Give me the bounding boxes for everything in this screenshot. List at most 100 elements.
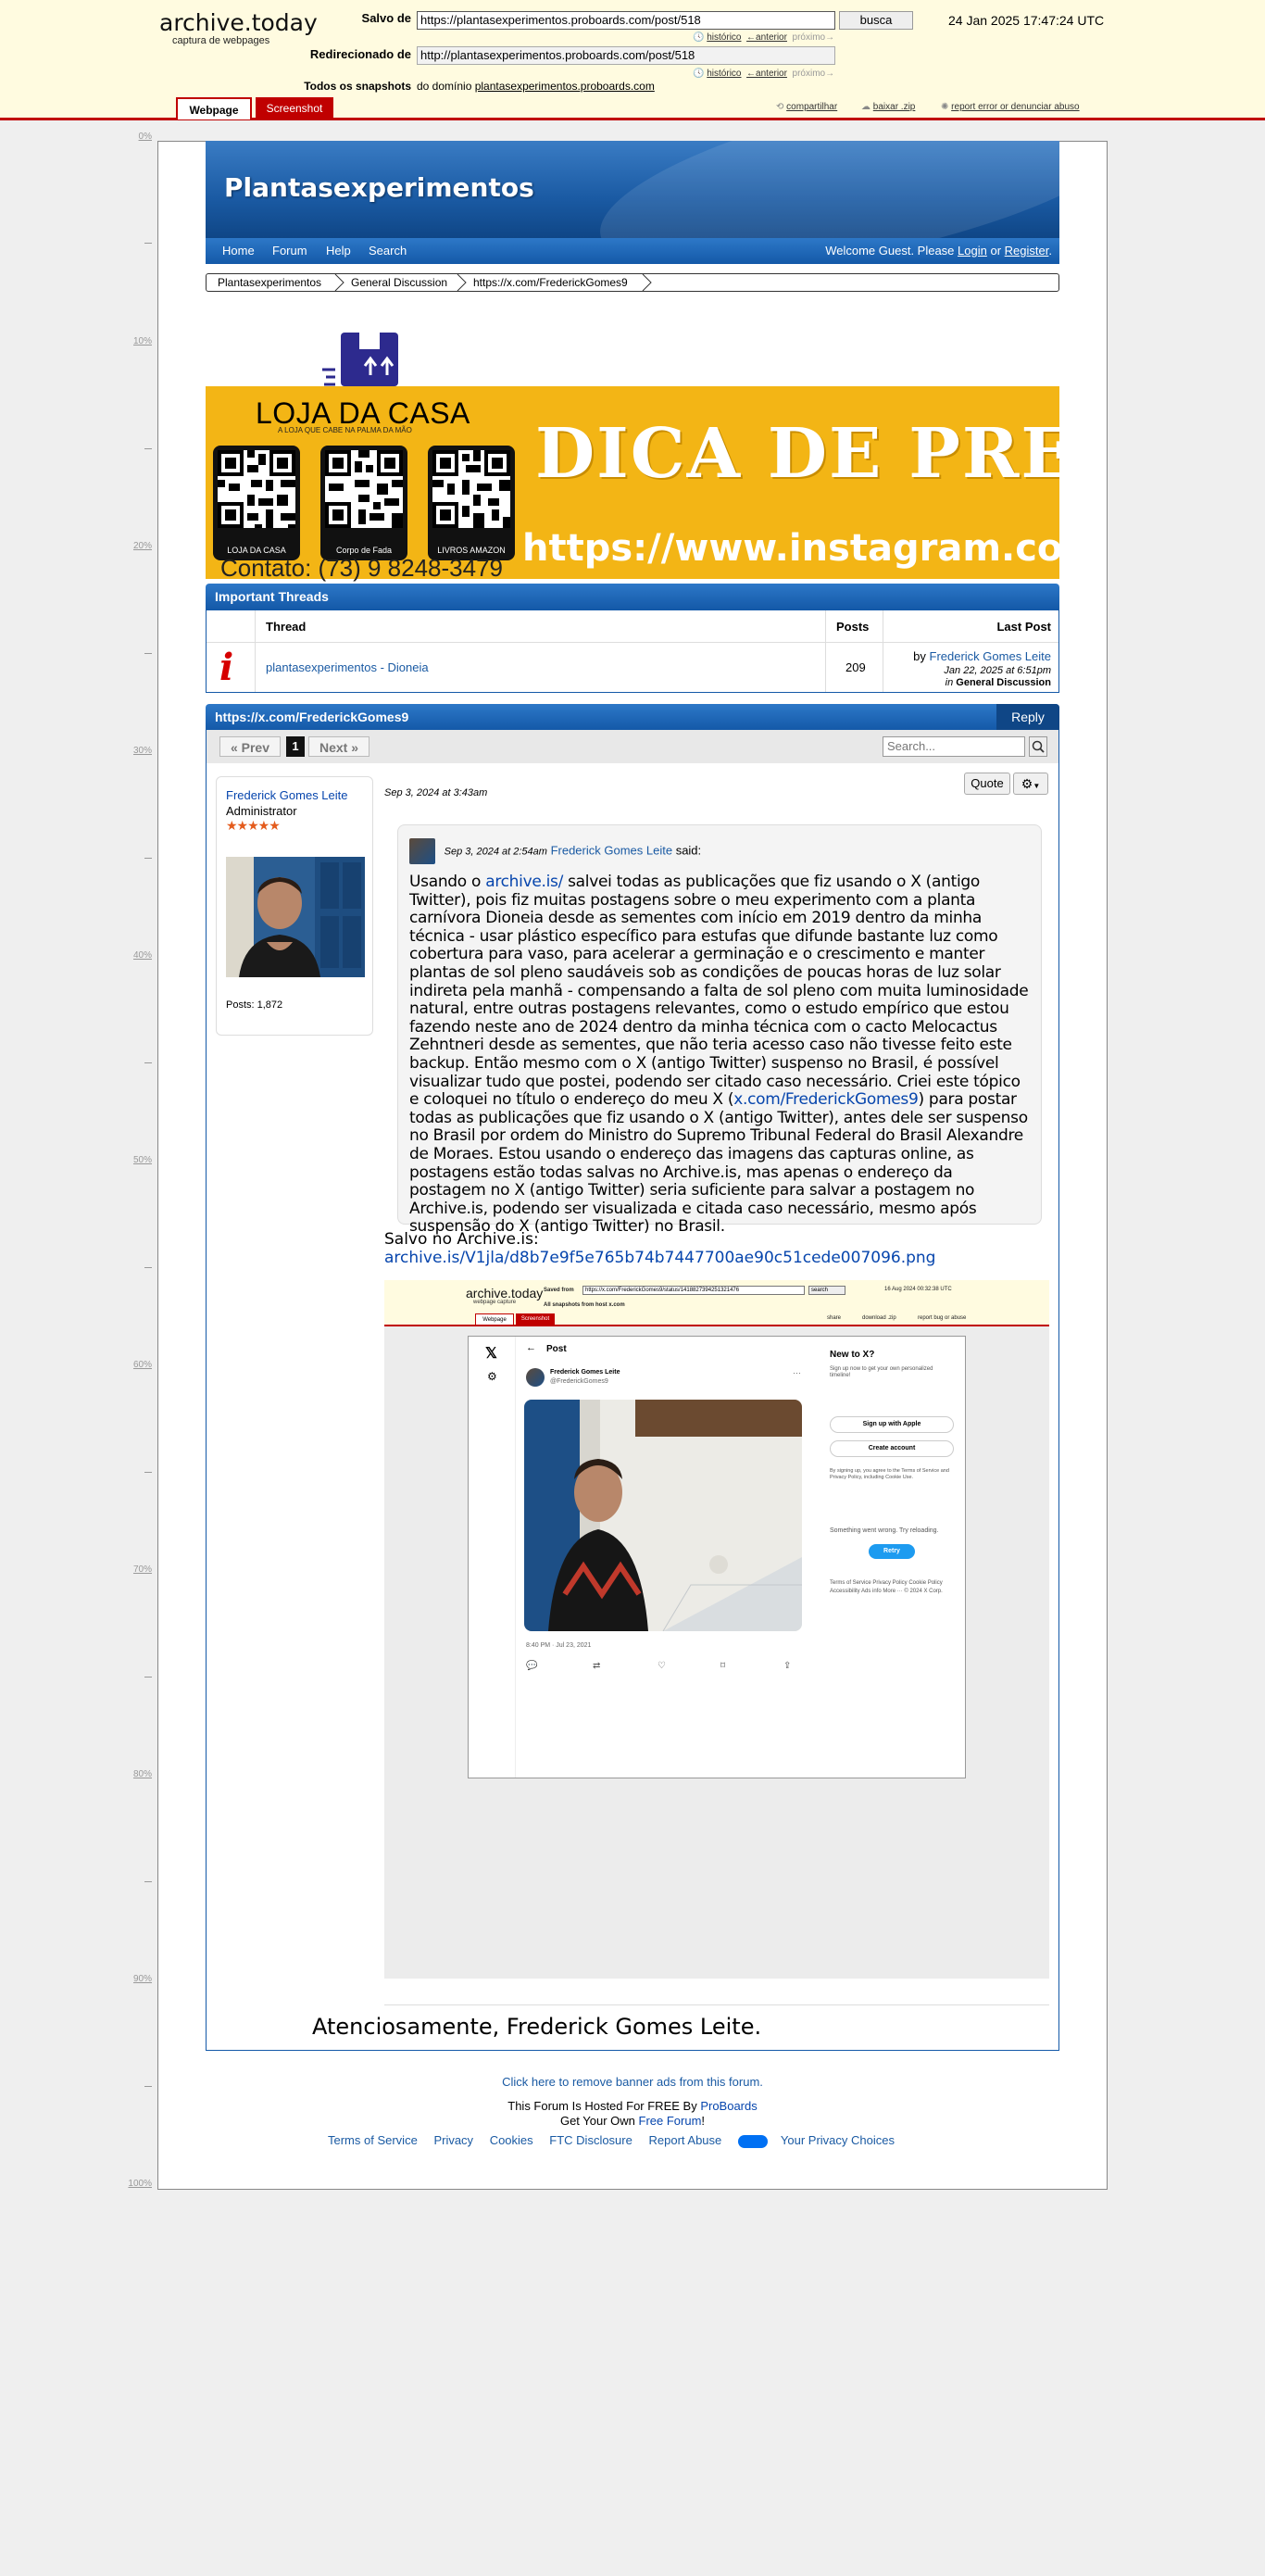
cloud-download-icon: ☁ (861, 102, 870, 112)
embedded-screenshot[interactable]: archive.today webpage capture Saved from… (384, 1280, 1049, 1979)
prev-page-button[interactable]: « Prev (219, 736, 281, 757)
ruler-label[interactable]: 60% (120, 1360, 152, 1370)
x-retry-button: Retry (869, 1544, 915, 1559)
last-post-info: by Frederick Gomes Leite (913, 649, 1051, 663)
thread-header: https://x.com/FrederickGomes9 Reply (206, 704, 1059, 730)
search-button[interactable]: busca (839, 11, 913, 30)
last-post-author[interactable]: Frederick Gomes Leite (930, 649, 1052, 663)
ruler-label[interactable]: 70% (120, 1564, 152, 1575)
tab-webpage[interactable]: Webpage (176, 97, 252, 119)
gear-icon: ⚙ (487, 1370, 497, 1383)
hosted-by: This Forum Is Hosted For FREE By ProBoar… (0, 2099, 1265, 2113)
footer-ftc-link[interactable]: FTC Disclosure (549, 2133, 632, 2147)
reply-button[interactable]: Reply (996, 704, 1059, 730)
qr-card[interactable]: LIVROS AMAZON (428, 446, 515, 560)
back-arrow-icon: ← (526, 1342, 536, 1353)
ruler-label[interactable]: 40% (120, 950, 152, 961)
archive-subtitle: captura de webpages (172, 35, 270, 46)
ruler-label[interactable]: 10% (120, 336, 152, 346)
repost-icon: ⇄ (593, 1661, 601, 1671)
saved-from-label: Salvo de (361, 11, 411, 25)
nav-search[interactable]: Search (369, 244, 407, 258)
avatar[interactable] (226, 857, 365, 977)
in-prefix: in (945, 677, 954, 688)
forum-title[interactable]: Plantasexperimentos (224, 172, 534, 203)
ruler-label[interactable]: 20% (120, 541, 152, 551)
breadcrumb-board[interactable]: General Discussion (351, 276, 447, 289)
qr-card[interactable]: Corpo de Fada (320, 446, 407, 560)
x-profile-link[interactable]: x.com/FrederickGomes9 (733, 1090, 919, 1109)
report-link[interactable]: ✺ report error or denunciar abuso (941, 102, 1080, 112)
breadcrumb-home[interactable]: Plantasexperimentos (218, 276, 321, 289)
archive-logo[interactable]: archive.today (159, 9, 318, 36)
quote-date[interactable]: Sep 3, 2024 at 2:54am (445, 846, 547, 857)
last-post-board-link[interactable]: General Discussion (956, 677, 1051, 688)
free-forum-link[interactable]: Free Forum (639, 2114, 702, 2128)
register-link[interactable]: Register (1005, 244, 1049, 258)
ruler-label[interactable]: 80% (120, 1769, 152, 1779)
gear-icon: ⚙ (1021, 776, 1033, 791)
thread-body: « Prev 1 Next » Search... Frederick Gome… (206, 730, 1059, 2051)
saved-image-link[interactable]: archive.is/V1jla/d8b7e9f5e765b74b7447700… (384, 1249, 935, 1267)
quote-author[interactable]: Frederick Gomes Leite (551, 843, 673, 857)
get-own-forum: Get Your Own Free Forum! (0, 2114, 1265, 2128)
footer-privacy-link[interactable]: Privacy (433, 2133, 473, 2147)
proboards-link[interactable]: ProBoards (700, 2099, 757, 2113)
privacy-choices-link[interactable]: Your Privacy Choices (781, 2133, 895, 2147)
privacy-toggle-icon[interactable] (737, 2134, 768, 2148)
next-page-button[interactable]: Next » (308, 736, 369, 757)
important-threads-title: Important Threads (215, 589, 329, 604)
saved-from-url-input[interactable]: https://plantasexperimentos.proboards.co… (417, 11, 835, 30)
download-link[interactable]: ☁ baixar .zip (861, 102, 915, 112)
breadcrumb-separator-icon (334, 274, 344, 291)
thread-search-button[interactable] (1029, 736, 1047, 757)
post-options-button[interactable]: ⚙▼ (1013, 773, 1048, 795)
ruler-label[interactable]: 100% (120, 2179, 152, 2189)
login-link[interactable]: Login (958, 244, 987, 258)
archive-is-link[interactable]: archive.is/ (485, 873, 563, 891)
breadcrumb-thread[interactable]: https://x.com/FrederickGomes9 (473, 276, 628, 289)
nav-home[interactable]: Home (222, 244, 255, 258)
user-name[interactable]: Frederick Gomes Leite (226, 788, 348, 802)
shop-logo-icon[interactable] (322, 329, 406, 394)
x-footer-links: Terms of Service Privacy Policy Cookie P… (830, 1580, 943, 1594)
current-page[interactable]: 1 (286, 736, 305, 757)
footer-report-abuse-link[interactable]: Report Abuse (648, 2133, 721, 2147)
warning-icon: ✺ (941, 102, 949, 112)
post-date[interactable]: Sep 3, 2024 at 3:43am (384, 787, 487, 798)
clock-icon: 🕓 (693, 32, 705, 43)
history-link-2[interactable]: histórico (707, 69, 741, 79)
embedded-download: download .zip (862, 1315, 896, 1321)
prev-link[interactable]: ←anterior (746, 32, 787, 43)
ruler-label[interactable]: 0% (120, 132, 152, 142)
x-post-title: Post (546, 1344, 567, 1354)
post-signature: Atenciosamente, Frederick Gomes Leite. (312, 2014, 762, 2040)
important-thread-link[interactable]: plantasexperimentos - Dioneia (266, 660, 429, 674)
ruler-tick (144, 1677, 152, 1678)
tab-screenshot[interactable]: Screenshot (256, 97, 333, 119)
nav-help[interactable]: Help (326, 244, 351, 258)
quote-button[interactable]: Quote (964, 773, 1010, 795)
last-post-date[interactable]: Jan 22, 2025 at 6:51pm (944, 665, 1051, 676)
footer-terms-link[interactable]: Terms of Service (328, 2133, 418, 2147)
ruler-label[interactable]: 50% (120, 1155, 152, 1165)
prev-link-2[interactable]: ←anterior (746, 69, 787, 79)
snapshots-domain-link[interactable]: plantasexperimentos.proboards.com (475, 80, 655, 93)
footer-cookies-link[interactable]: Cookies (490, 2133, 533, 2147)
remove-ads-link[interactable]: Click here to remove banner ads from thi… (0, 2075, 1265, 2089)
share-link[interactable]: ⟲ compartilhar (776, 102, 837, 112)
qr-code-icon (218, 450, 295, 528)
history-link[interactable]: histórico (707, 32, 741, 43)
ruler-label[interactable]: 30% (120, 746, 152, 756)
important-threads-table: Thread Posts Last Post i plantasexperime… (206, 609, 1059, 693)
ruler-tick (144, 653, 152, 654)
thread-search-input[interactable]: Search... (883, 736, 1025, 757)
ruler-label[interactable]: 90% (120, 1974, 152, 1984)
saved-label: Salvo no Archive.is: (384, 1230, 539, 1249)
qr-card[interactable]: LOJA DA CASA (213, 446, 300, 560)
redirected-label: Redirecionado de (309, 47, 411, 61)
redirected-url-input[interactable]: http://plantasexperimentos.proboards.com… (417, 46, 835, 65)
user-card: Frederick Gomes Leite Administrator ★★★★… (216, 776, 373, 1036)
nav-forum[interactable]: Forum (272, 244, 307, 258)
share-icon: ⟲ (776, 102, 784, 112)
